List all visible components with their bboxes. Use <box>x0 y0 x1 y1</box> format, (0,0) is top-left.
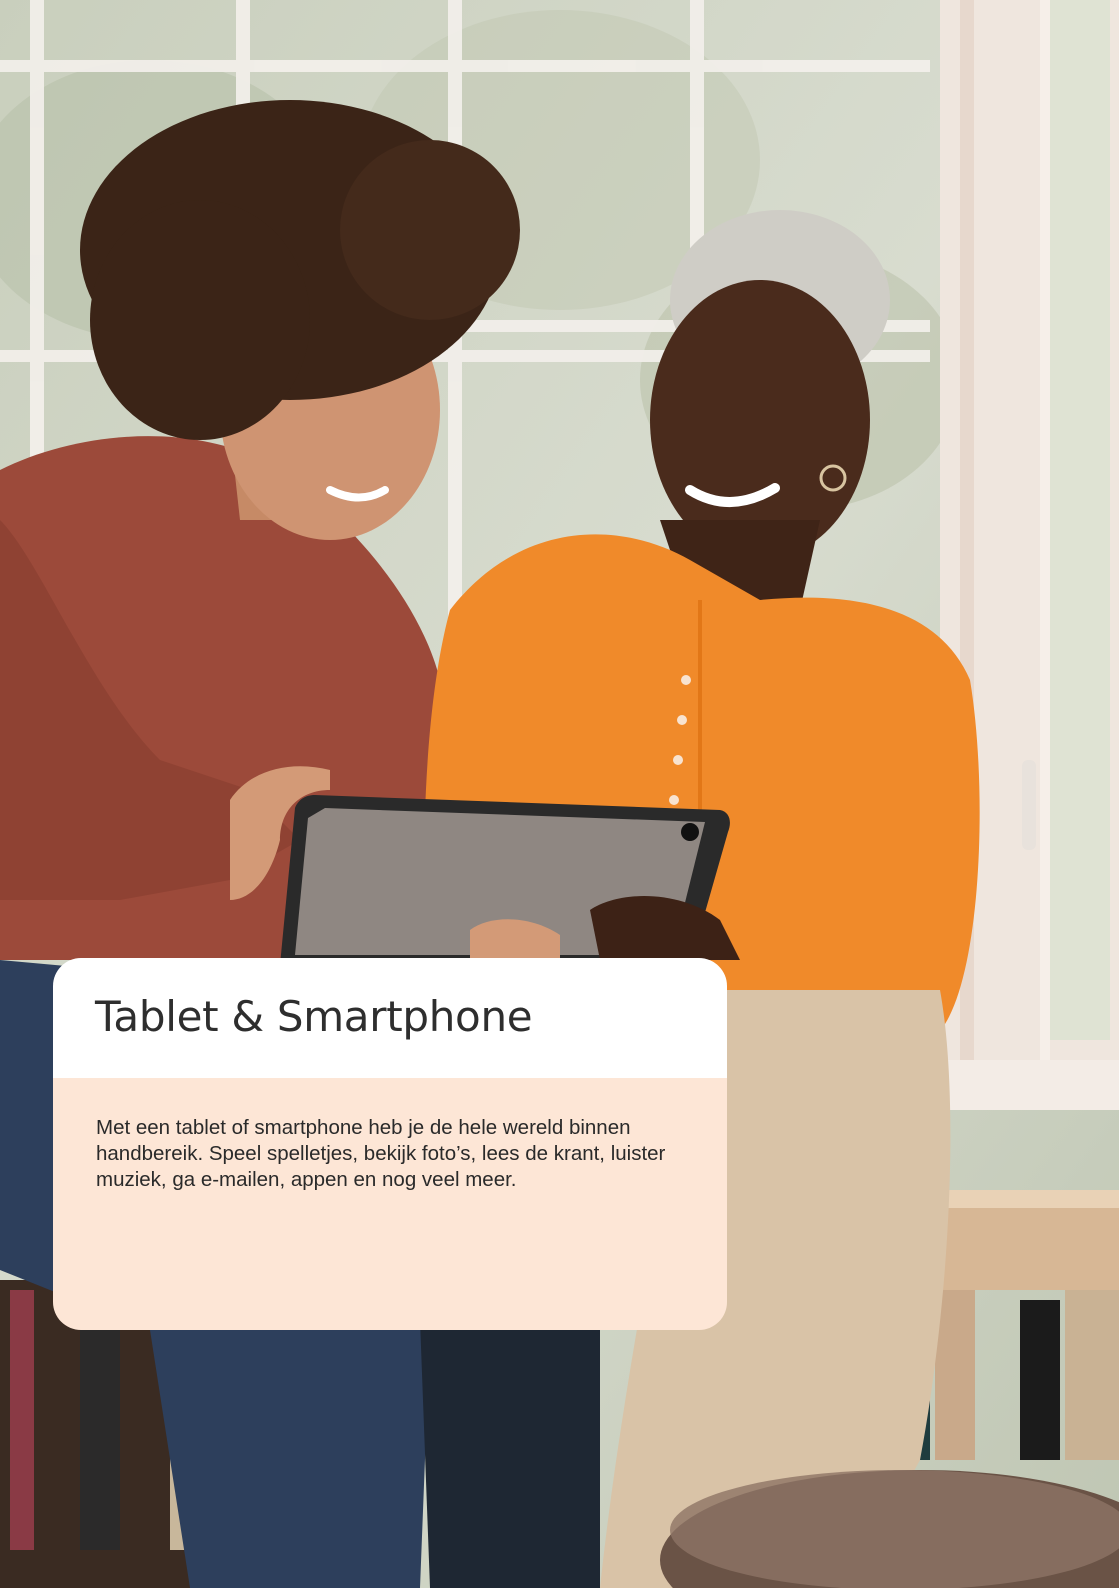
card-header: Tablet & Smartphone <box>53 958 727 1078</box>
card-body: Met een tablet of smartphone heb je de h… <box>53 1078 727 1330</box>
hero-photo <box>0 0 1119 1588</box>
photo-illustration <box>0 0 1119 1588</box>
info-card: Tablet & Smartphone Met een tablet of sm… <box>53 958 727 1330</box>
card-title: Tablet & Smartphone <box>95 992 533 1041</box>
card-description: Met een tablet of smartphone heb je de h… <box>96 1116 666 1191</box>
